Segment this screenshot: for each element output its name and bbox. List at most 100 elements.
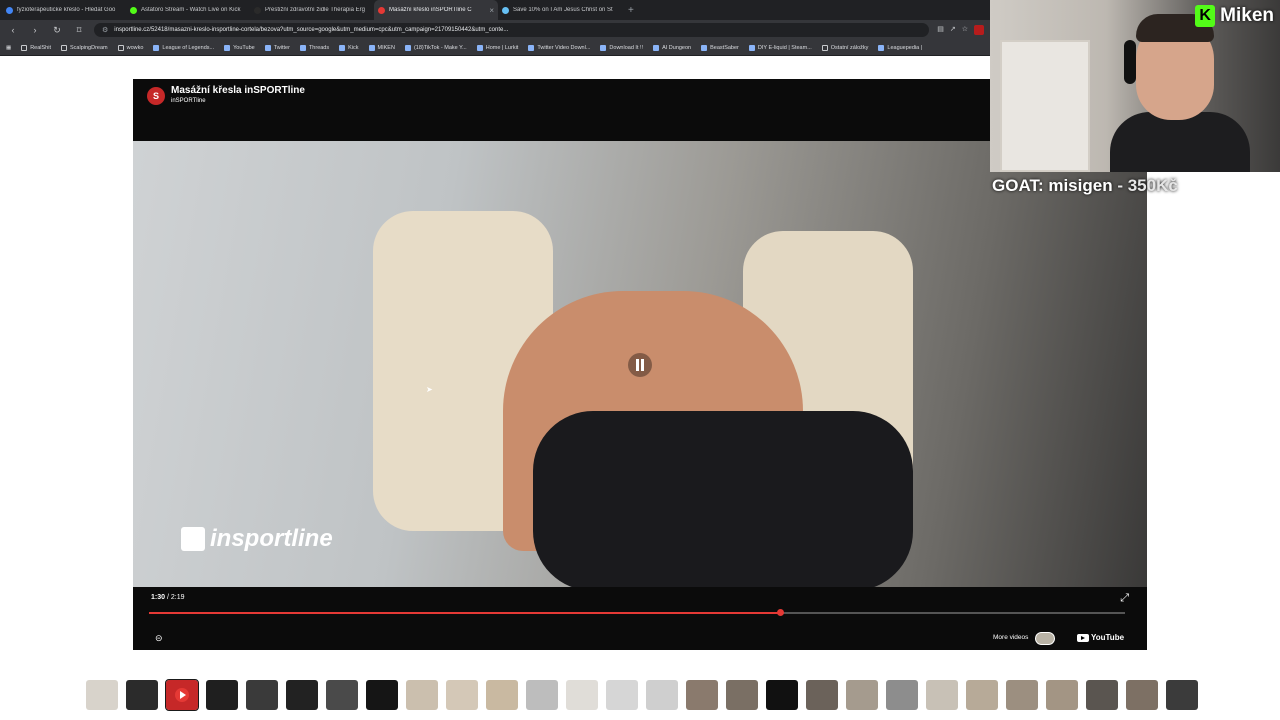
product-thumbnail[interactable] bbox=[766, 680, 798, 710]
bookmark-label: Home | Lurkit bbox=[485, 44, 519, 51]
play-video-icon bbox=[175, 688, 189, 702]
product-thumbnail[interactable] bbox=[1046, 680, 1078, 710]
product-thumbnail[interactable] bbox=[886, 680, 918, 710]
product-thumbnail[interactable] bbox=[966, 680, 998, 710]
bookmark-item[interactable]: Twitter bbox=[264, 44, 290, 51]
browser-tab[interactable]: Astatoro Stream - Watch Live on Kick bbox=[126, 0, 250, 20]
bookmark-label: wowko bbox=[126, 44, 144, 51]
back-icon[interactable]: ‹ bbox=[6, 25, 20, 35]
bookmark-label: Threads bbox=[308, 44, 330, 51]
new-tab-button[interactable]: + bbox=[622, 5, 640, 16]
product-thumbnail[interactable] bbox=[286, 680, 318, 710]
star-icon[interactable]: ☆ bbox=[962, 25, 968, 35]
bookmark-favicon-icon bbox=[339, 44, 346, 51]
channel-avatar[interactable]: S bbox=[147, 87, 165, 105]
product-thumbnail[interactable] bbox=[1006, 680, 1038, 710]
product-thumbnail[interactable] bbox=[646, 680, 678, 710]
bookmark-item[interactable]: AI Dungeon bbox=[653, 44, 691, 51]
channel-name[interactable]: inSPORTline bbox=[171, 98, 206, 104]
progress-bar[interactable] bbox=[149, 609, 1125, 616]
bookmarks-bar: ▦ RealShit ScalpingDream wowko League of Le… bbox=[0, 40, 990, 56]
address-bar[interactable]: ⚙ insportline.cz/52418/masazni-kreslo-in… bbox=[94, 23, 930, 37]
product-thumbnail[interactable] bbox=[86, 680, 118, 710]
product-thumbnail[interactable] bbox=[1166, 680, 1198, 710]
product-thumbnail[interactable] bbox=[806, 680, 838, 710]
video-title[interactable]: Masážní křesla inSPORTline bbox=[171, 85, 305, 96]
extension-icon[interactable] bbox=[974, 25, 984, 35]
reader-mode-icon[interactable]: ▤ bbox=[937, 25, 944, 35]
product-thumbnail[interactable] bbox=[486, 680, 518, 710]
bookmark-item[interactable]: RealShit bbox=[21, 44, 51, 51]
product-thumbnail[interactable] bbox=[726, 680, 758, 710]
bookmark-favicon-icon bbox=[476, 44, 483, 51]
scrubber-handle[interactable] bbox=[777, 609, 785, 616]
bookmark-label: Twitter Video Downl... bbox=[537, 44, 591, 51]
forward-icon[interactable]: › bbox=[28, 25, 42, 35]
browser-tab[interactable]: Prestižní zdravotní židle Therapia Erg bbox=[250, 0, 374, 20]
youtube-label: YouTube bbox=[1091, 633, 1125, 642]
bookmark-favicon-icon bbox=[264, 44, 271, 51]
bookmark-item[interactable]: (18)TikTok - Make Y... bbox=[404, 44, 467, 51]
product-thumbnail[interactable] bbox=[686, 680, 718, 710]
product-thumbnail[interactable] bbox=[406, 680, 438, 710]
product-thumbnail[interactable] bbox=[526, 680, 558, 710]
bookmark-item[interactable]: League of Legends... bbox=[153, 44, 214, 51]
kick-logo-icon: K bbox=[1195, 5, 1216, 27]
product-thumbnail[interactable] bbox=[926, 680, 958, 710]
product-thumbnail[interactable] bbox=[326, 680, 358, 710]
product-thumbnail[interactable] bbox=[1126, 680, 1158, 710]
tab-favicon-icon bbox=[254, 6, 261, 14]
tab-label: Astatoro Stream - Watch Live on Kick bbox=[141, 7, 241, 13]
product-thumbnail[interactable] bbox=[165, 679, 199, 711]
product-thumbnail[interactable] bbox=[606, 680, 638, 710]
tab-favicon-icon bbox=[6, 6, 13, 14]
more-videos-thumbnail[interactable] bbox=[1035, 632, 1055, 645]
site-info-icon[interactable]: ⚙ bbox=[102, 26, 108, 34]
close-tab-icon[interactable]: × bbox=[489, 6, 494, 15]
product-thumbnail[interactable] bbox=[846, 680, 878, 710]
product-thumbnail[interactable] bbox=[566, 680, 598, 710]
product-thumbnail[interactable] bbox=[126, 680, 158, 710]
bookmark-item[interactable]: MIKEN bbox=[368, 44, 395, 51]
share-icon[interactable]: ↗ bbox=[950, 25, 956, 35]
bookmark-favicon-icon bbox=[404, 44, 411, 51]
product-thumbnail[interactable] bbox=[366, 680, 398, 710]
pause-icon[interactable] bbox=[628, 353, 652, 377]
bookmark-icon[interactable]: ⌑ bbox=[72, 25, 86, 36]
tab-label: fyzioterapeutické křeslo - Hledat Goo bbox=[17, 7, 116, 13]
product-thumbnail[interactable] bbox=[206, 680, 238, 710]
bookmark-item[interactable]: Home | Lurkit bbox=[476, 44, 519, 51]
browser-tab[interactable]: Save 10% on I Am Jesus Christ on St bbox=[498, 0, 622, 20]
fullscreen-icon[interactable]: ⤢ bbox=[1120, 592, 1129, 605]
youtube-button[interactable]: YouTube bbox=[1077, 633, 1124, 642]
more-videos-label[interactable]: More videos bbox=[993, 634, 1028, 641]
product-thumbnail[interactable] bbox=[246, 680, 278, 710]
browser-tab[interactable]: fyzioterapeutické křeslo - Hledat Goo bbox=[2, 0, 126, 20]
bookmark-item[interactable]: wowko bbox=[117, 44, 144, 51]
bookmark-item[interactable]: Threads bbox=[299, 44, 330, 51]
bookmark-favicon-icon bbox=[600, 44, 607, 51]
bookmark-favicon-icon bbox=[153, 44, 160, 51]
bookmark-item[interactable]: YouTube bbox=[224, 44, 255, 51]
tab-label: Save 10% on I Am Jesus Christ on St bbox=[513, 7, 613, 13]
product-thumbnail[interactable] bbox=[446, 680, 478, 710]
apps-icon[interactable]: ▦ bbox=[6, 45, 11, 51]
bookmark-item[interactable]: Leaguepedia | bbox=[878, 44, 922, 51]
bookmark-item[interactable]: Twitter Video Downl... bbox=[528, 44, 591, 51]
bookmark-label: RealShit bbox=[30, 44, 51, 51]
bookmark-item[interactable]: Ostatní záložky bbox=[821, 44, 868, 51]
copy-link-icon[interactable]: ⊝ bbox=[155, 633, 163, 644]
bookmark-item[interactable]: Kick bbox=[339, 44, 359, 51]
bookmark-item[interactable]: Download It !! bbox=[600, 44, 643, 51]
bookmark-item[interactable]: BeastSaber bbox=[701, 44, 739, 51]
product-thumbnail[interactable] bbox=[1086, 680, 1118, 710]
bookmark-item[interactable]: DIY E-liquid | Steam... bbox=[748, 44, 812, 51]
browser-toolbar: ‹ › ↻ ⌑ ⚙ insportline.cz/52418/masazni-k… bbox=[0, 20, 990, 40]
product-thumbnail-strip bbox=[80, 678, 1200, 712]
bookmark-item[interactable]: ScalpingDream bbox=[61, 44, 108, 51]
reload-icon[interactable]: ↻ bbox=[50, 25, 64, 36]
folder-icon bbox=[21, 44, 28, 51]
video-watermark: insportline bbox=[210, 525, 333, 552]
goat-label: GOAT: misigen bbox=[992, 176, 1113, 195]
browser-tab[interactable]: Masážní křeslo inSPORTline C × bbox=[374, 0, 498, 20]
